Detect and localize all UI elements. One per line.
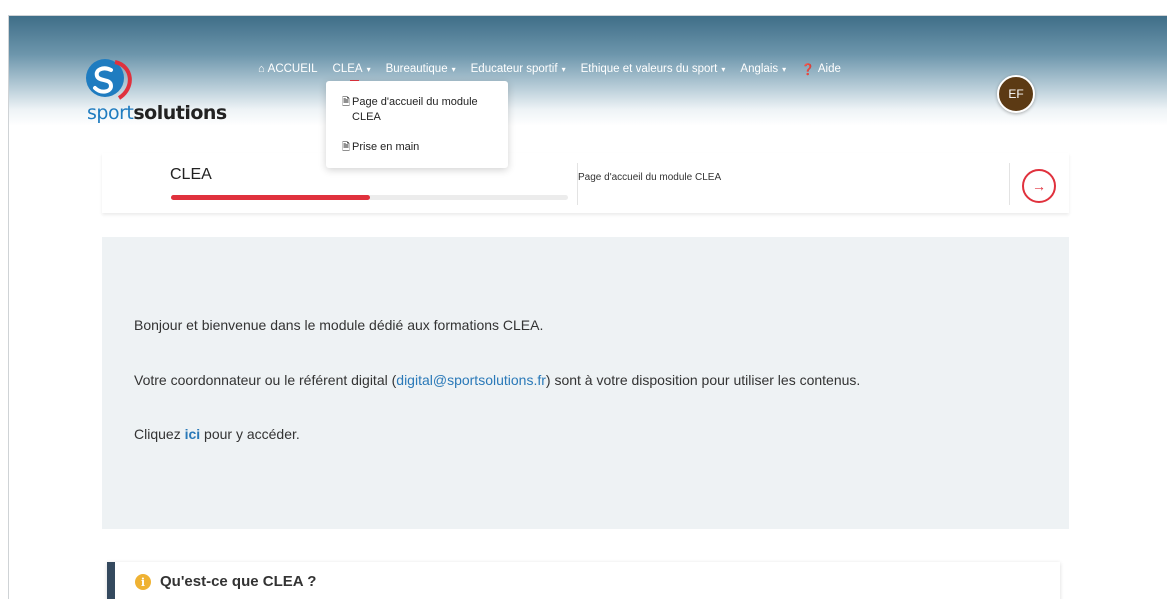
nav-label-clea: CLEA bbox=[332, 63, 363, 75]
nav-label-ethique: Ethique et valeurs du sport bbox=[580, 63, 718, 75]
info-circle-icon: i bbox=[135, 574, 151, 590]
main-nav: ⌂ ACCUEIL CLEA ▾ Bureautique ▾ Educateur… bbox=[258, 61, 856, 82]
dropdown-item-label: Page d'accueil du module CLEA bbox=[352, 96, 478, 123]
dropdown-item-prise-en-main[interactable]: 🗎 Prise en main bbox=[342, 140, 419, 155]
nav-item-bureautique[interactable]: Bureautique ▾ bbox=[386, 63, 456, 75]
arrow-right-icon: → bbox=[1032, 178, 1046, 194]
nav-label-anglais: Anglais bbox=[740, 63, 779, 75]
contact-paragraph: Votre coordonnateur ou le référent digit… bbox=[134, 372, 860, 388]
divider bbox=[577, 163, 578, 205]
home-icon: ⌂ bbox=[258, 63, 265, 75]
logo-mark-icon bbox=[86, 59, 132, 100]
divider bbox=[1009, 163, 1010, 205]
document-icon: 🗎 bbox=[342, 97, 351, 108]
welcome-paragraph: Bonjour et bienvenue dans le module dédi… bbox=[134, 317, 544, 333]
progress-fill bbox=[171, 195, 370, 200]
faq-card-what-is-clea[interactable]: i Qu'est-ce que CLEA ? bbox=[107, 562, 1060, 599]
welcome-content: Bonjour et bienvenue dans le module dédi… bbox=[102, 237, 1069, 529]
contact-text-after: ) sont à votre disposition pour utiliser… bbox=[545, 372, 861, 388]
caret-down-icon: ▾ bbox=[451, 64, 456, 74]
sportsolutions-logo[interactable]: sportsolutions bbox=[85, 58, 227, 124]
access-text-before: Cliquez bbox=[134, 426, 185, 442]
caret-down-icon: ▾ bbox=[561, 64, 566, 74]
current-page-label: Page d'accueil du module CLEA bbox=[578, 172, 722, 183]
nav-item-aide[interactable]: ❓ Aide bbox=[801, 63, 841, 76]
nav-label-educateur-sportif: Educateur sportif bbox=[470, 63, 558, 75]
module-title: CLEA bbox=[170, 166, 212, 183]
caret-down-icon: ▾ bbox=[366, 64, 371, 74]
caret-down-icon: ▾ bbox=[721, 64, 726, 74]
site-header: sportsolutions ⌂ ACCUEIL CLEA ▾ Bureauti… bbox=[9, 16, 1167, 126]
nav-label-accueil: ACCUEIL bbox=[267, 63, 318, 75]
access-text-after: pour y accéder. bbox=[200, 426, 300, 442]
logo-text: sportsolutions bbox=[87, 102, 227, 124]
caret-down-icon: ▾ bbox=[782, 64, 787, 74]
clea-dropdown-menu: 🗎 Page d'accueil du module CLEA 🗎 Prise … bbox=[326, 81, 508, 168]
nav-label-aide: Aide bbox=[817, 63, 841, 75]
logo-text-sport: sport bbox=[87, 102, 134, 124]
user-avatar[interactable]: EF bbox=[997, 75, 1035, 113]
nav-item-educateur-sportif[interactable]: Educateur sportif ▾ bbox=[471, 63, 566, 75]
faq-title: Qu'est-ce que CLEA ? bbox=[160, 573, 317, 590]
progress-track bbox=[171, 195, 568, 200]
module-progress-bar: CLEA Page d'accueil du module CLEA → bbox=[102, 153, 1069, 213]
dropdown-item-label: Prise en main bbox=[352, 141, 420, 153]
nav-item-ethique[interactable]: Ethique et valeurs du sport ▾ bbox=[581, 63, 726, 75]
nav-item-clea[interactable]: CLEA ▾ bbox=[332, 63, 371, 82]
dropdown-item-page-accueil[interactable]: 🗎 Page d'accueil du module CLEA bbox=[342, 95, 492, 125]
nav-label-bureautique: Bureautique bbox=[385, 63, 448, 75]
next-page-button[interactable]: → bbox=[1022, 169, 1056, 203]
logo-text-solutions: solutions bbox=[133, 102, 227, 124]
access-here-link[interactable]: ici bbox=[185, 426, 201, 442]
nav-item-accueil[interactable]: ⌂ ACCUEIL bbox=[258, 63, 318, 75]
nav-item-anglais[interactable]: Anglais ▾ bbox=[740, 63, 786, 75]
digital-email-link[interactable]: digital@sportsolutions.fr bbox=[396, 372, 546, 388]
contact-text-before: Votre coordonnateur ou le référent digit… bbox=[134, 372, 397, 388]
access-paragraph: Cliquez ici pour y accéder. bbox=[134, 426, 300, 442]
question-circle-icon: ❓ bbox=[801, 63, 815, 76]
document-icon: 🗎 bbox=[342, 142, 351, 153]
